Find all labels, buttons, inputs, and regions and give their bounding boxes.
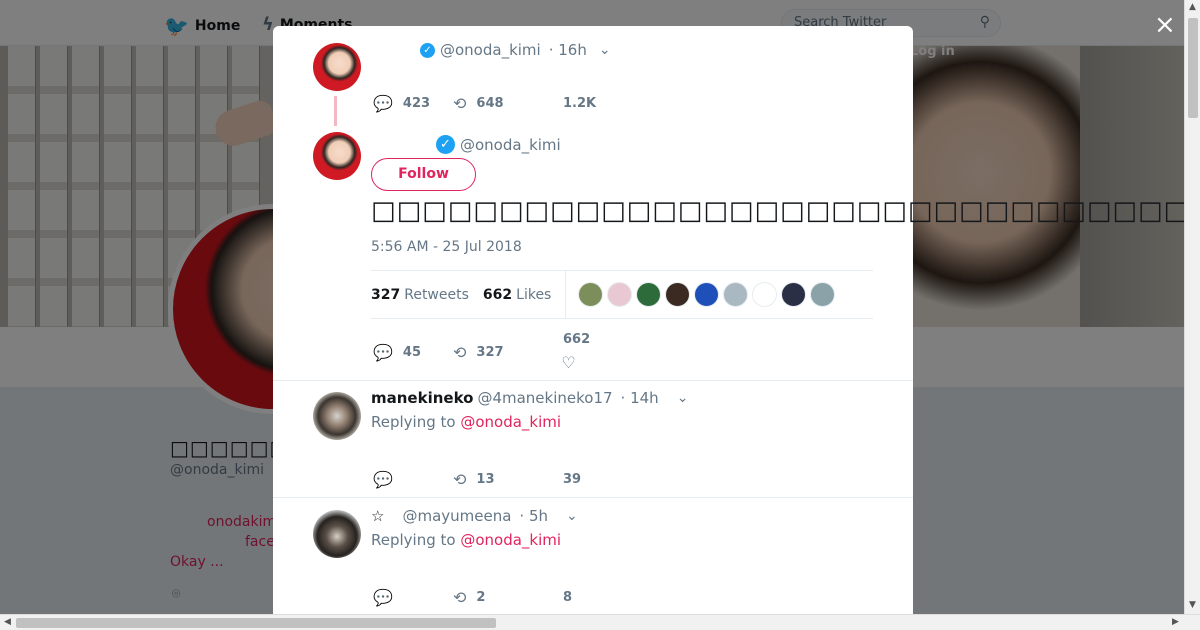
retweet-count: 2 bbox=[476, 590, 486, 605]
heart-icon: ♡ bbox=[561, 353, 576, 372]
scroll-right-icon[interactable]: ▶ bbox=[1172, 617, 1179, 627]
tweet-actions: 💬 423 ⟲ 648 1.2K bbox=[373, 94, 596, 113]
retweets-stat[interactable]: 327 Retweets bbox=[371, 287, 469, 303]
follow-button[interactable]: Follow bbox=[371, 158, 476, 191]
mention-link[interactable]: @onoda_kimi bbox=[460, 531, 561, 549]
replying-to: Replying to @onoda_kimi bbox=[371, 531, 561, 549]
chevron-down-icon[interactable]: ⌄ bbox=[566, 508, 578, 524]
retweet-icon: ⟲ bbox=[453, 588, 467, 607]
chevron-down-icon[interactable]: ⌄ bbox=[599, 42, 611, 58]
retweet-icon: ⟲ bbox=[453, 470, 467, 489]
reply-icon: 💬 bbox=[373, 588, 393, 607]
horizontal-scrollbar[interactable]: ◀ ▶ bbox=[0, 614, 1200, 630]
liker-avatar[interactable] bbox=[607, 282, 633, 307]
retweets-stat-label: Retweets bbox=[404, 286, 469, 303]
like-button[interactable]: 1.2K bbox=[563, 96, 596, 111]
retweet-button[interactable]: ⟲ 648 bbox=[453, 94, 563, 113]
avatar[interactable] bbox=[313, 510, 361, 558]
reply-button[interactable]: 💬 45 bbox=[373, 343, 453, 362]
retweet-count: 13 bbox=[476, 472, 495, 487]
verified-badge-icon: ✓ bbox=[420, 42, 435, 58]
like-count: 1.2K bbox=[563, 96, 597, 111]
tweet-actions: 💬 ⟲ 2 8 bbox=[373, 588, 572, 607]
tweet-time[interactable]: · 16h bbox=[549, 41, 587, 59]
replying-to: Replying to @onoda_kimi bbox=[371, 413, 561, 431]
scroll-left-icon[interactable]: ◀ bbox=[4, 617, 11, 627]
retweet-icon: ⟲ bbox=[453, 342, 467, 362]
like-button[interactable]: 8 bbox=[563, 590, 572, 605]
liker-avatar[interactable] bbox=[665, 282, 691, 307]
thread-connector bbox=[334, 96, 337, 126]
mention-link[interactable]: @onoda_kimi bbox=[460, 413, 561, 431]
liker-avatar[interactable] bbox=[810, 282, 836, 307]
tweet-time[interactable]: · 5h bbox=[519, 507, 548, 525]
retweet-button[interactable]: ⟲ 327 bbox=[453, 343, 563, 362]
tweet-time[interactable]: · 14h bbox=[621, 389, 659, 407]
reply-button[interactable]: 💬 bbox=[373, 588, 453, 607]
scroll-up-icon[interactable]: ▲ bbox=[1189, 2, 1196, 12]
liker-avatar[interactable] bbox=[781, 282, 807, 307]
tweet-handle[interactable]: @onoda_kimi bbox=[460, 136, 561, 154]
scroll-down-icon[interactable]: ▼ bbox=[1189, 600, 1196, 610]
reply-icon: 💬 bbox=[373, 342, 393, 362]
stats-divider bbox=[565, 270, 567, 319]
reply-icon: 💬 bbox=[373, 470, 393, 489]
likes-stat-label: Likes bbox=[516, 286, 552, 303]
replying-prefix: Replying to bbox=[371, 413, 456, 431]
horizontal-scroll-thumb[interactable] bbox=[16, 618, 496, 628]
tweet-header: manekineko @4manekineko17 · 14h ⌄ bbox=[371, 389, 688, 407]
retweet-count: 327 bbox=[476, 344, 504, 360]
retweet-button[interactable]: ⟲ 2 bbox=[453, 588, 563, 607]
liker-avatar[interactable] bbox=[636, 282, 662, 307]
retweets-stat-count: 327 bbox=[371, 286, 401, 303]
reply-icon: 💬 bbox=[373, 94, 393, 113]
vertical-scroll-thumb[interactable] bbox=[1188, 18, 1198, 118]
liker-avatar[interactable] bbox=[723, 282, 749, 307]
tweet-handle[interactable]: @onoda_kimi bbox=[440, 41, 541, 59]
retweet-button[interactable]: ⟲ 13 bbox=[453, 470, 563, 489]
separator bbox=[273, 380, 913, 381]
reply-count: 45 bbox=[402, 344, 422, 360]
tweet-author-name[interactable]: manekineko bbox=[371, 389, 473, 407]
likes-stat[interactable]: 662 Likes bbox=[483, 287, 551, 303]
likes-stat-count: 662 bbox=[482, 286, 513, 303]
avatar[interactable] bbox=[313, 43, 361, 91]
retweet-icon: ⟲ bbox=[453, 94, 467, 113]
tweet-modal bbox=[273, 26, 913, 614]
liker-avatars bbox=[578, 282, 839, 307]
retweet-count: 648 bbox=[476, 96, 504, 111]
like-count: 662 bbox=[563, 332, 591, 347]
tweet-header: ☆ @mayumeena · 5h ⌄ bbox=[371, 507, 578, 525]
tweet-stats: 327 Retweets 662 Likes bbox=[371, 270, 873, 319]
verified-badge-icon: ✓ bbox=[436, 135, 455, 154]
like-count: 8 bbox=[563, 590, 573, 605]
tweet-author-name[interactable]: ☆ bbox=[371, 507, 384, 525]
reply-count: 423 bbox=[402, 96, 431, 111]
like-button[interactable]: 662 ♡ bbox=[561, 332, 591, 372]
close-button[interactable]: × bbox=[1154, 12, 1176, 38]
reply-button[interactable]: 💬 423 bbox=[373, 94, 453, 113]
avatar[interactable] bbox=[313, 132, 361, 180]
tweet-header: ✓ @onoda_kimi · 16h ⌄ bbox=[420, 41, 611, 59]
tweet-handle[interactable]: @4manekineko17 bbox=[477, 389, 612, 407]
liker-avatar[interactable] bbox=[752, 282, 778, 307]
liker-avatar[interactable] bbox=[578, 282, 604, 307]
separator bbox=[273, 497, 913, 498]
tweet-text: □□□□□□□□□□□□□□□□□□□□□□□□□□□□□□□□□□□□□□□□… bbox=[371, 196, 1184, 226]
vertical-scrollbar[interactable]: ▲ ▼ bbox=[1184, 0, 1200, 614]
tweet-actions: 💬 45 ⟲ 327 662 ♡ bbox=[373, 332, 590, 372]
reply-button[interactable]: 💬 bbox=[373, 470, 453, 489]
chevron-down-icon[interactable]: ⌄ bbox=[677, 390, 689, 406]
avatar[interactable] bbox=[313, 392, 361, 440]
tweet-handle[interactable]: @mayumeena bbox=[402, 507, 511, 525]
liker-avatar[interactable] bbox=[694, 282, 720, 307]
replying-prefix: Replying to bbox=[371, 531, 456, 549]
like-button[interactable]: 39 bbox=[563, 472, 581, 487]
tweet-header: ✓ @onoda_kimi bbox=[436, 135, 561, 154]
like-count: 39 bbox=[563, 472, 582, 487]
tweet-actions: 💬 ⟲ 13 39 bbox=[373, 470, 581, 489]
tweet-timestamp[interactable]: 5:56 AM - 25 Jul 2018 bbox=[371, 239, 522, 255]
